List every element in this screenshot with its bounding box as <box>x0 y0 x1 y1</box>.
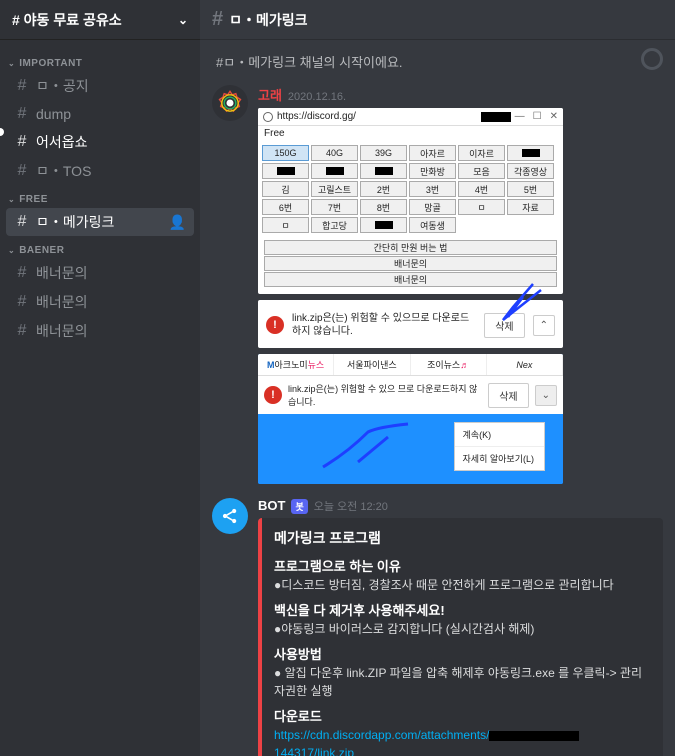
chevron-down-icon: ⌄ <box>178 13 188 27</box>
menu-continue[interactable]: 계속(K) <box>455 423 544 447</box>
channel-dump[interactable]: #dump <box>6 101 194 127</box>
attachment-window[interactable]: https://discord.gg/—☐✕ Free 150G40G39G아자… <box>258 108 563 294</box>
long-button-1[interactable]: 간단히 만원 버는 법 <box>264 240 557 255</box>
category-baener[interactable]: ⌄BAENER <box>0 237 200 258</box>
timestamp: 오늘 오전 12:20 <box>314 498 388 514</box>
server-name: # 야동 무료 공유소 <box>12 10 122 30</box>
grid-button[interactable]: 6번 <box>262 199 309 215</box>
grid-button[interactable]: 김 <box>262 181 309 197</box>
grid-button[interactable]: 고릴스트 <box>311 181 358 197</box>
channel-list: ⌄IMPORTANT #ㅁ・공지 #dump #어서옵쇼 #ㅁ・TOS ⌄FRE… <box>0 40 200 756</box>
attachment-warning[interactable]: ! link.zip은(는) 위험할 수 있으므로 다운로드하지 않습니다. 삭… <box>258 300 563 348</box>
tab-1[interactable]: MM아크노미뉴스아크노미뉴스 <box>258 354 334 375</box>
grid-button[interactable]: 8번 <box>360 199 407 215</box>
scribble-icon <box>483 282 543 322</box>
attachment-browser[interactable]: MM아크노미뉴스아크노미뉴스 서울파이낸스 조이뉴스♬ Nex ! link.z… <box>258 354 563 484</box>
menu-learn-more[interactable]: 자세히 알아보기(L) <box>455 447 544 470</box>
download-link-1[interactable]: https://cdn.discordapp.com/attachments/ <box>274 728 489 742</box>
avatar-gear[interactable] <box>212 85 248 121</box>
grid-button[interactable]: 자료 <box>507 199 554 215</box>
grid-button[interactable]: 만화방 <box>409 163 456 179</box>
hash-icon: # <box>212 8 223 31</box>
grid-button[interactable]: 각종영상 <box>507 163 554 179</box>
globe-icon <box>263 112 273 122</box>
gear-icon <box>216 89 244 117</box>
warning-icon: ! <box>266 316 284 334</box>
channel-banner-1[interactable]: #배너문의 <box>6 259 194 287</box>
chevron-down-icon[interactable]: ⌄ <box>535 385 557 406</box>
channel-sidebar: # 야동 무료 공유소 ⌄ ⌄IMPORTANT #ㅁ・공지 #dump #어서… <box>0 0 200 756</box>
share-icon <box>220 506 240 526</box>
grid-button[interactable] <box>311 163 358 179</box>
loading-icon <box>641 48 663 70</box>
channel-banner-2[interactable]: #배너문의 <box>6 288 194 316</box>
long-button-2[interactable]: 배너문의 <box>264 256 557 271</box>
grid-button[interactable]: 모음 <box>458 163 505 179</box>
grid-button[interactable]: 아자르 <box>409 145 456 161</box>
chat-header: # ㅁ・메가링크 <box>200 0 675 40</box>
embed-card: 메가링크 프로그램 프로그램으로 하는 이유 ●디스코드 방터짐, 경찰조사 때… <box>258 518 663 756</box>
grid-button[interactable]: 3번 <box>409 181 456 197</box>
scribble-icon <box>318 422 418 472</box>
grid-button[interactable]: 39G <box>360 145 407 161</box>
channel-welcome[interactable]: #어서옵쇼 <box>6 128 194 156</box>
tab-4[interactable]: Nex <box>487 354 563 375</box>
tab-3[interactable]: 조이뉴스♬ <box>411 354 487 375</box>
channel-title: ㅁ・메가링크 <box>229 10 307 30</box>
grid-button[interactable]: 150G <box>262 145 309 161</box>
grid-button[interactable]: ㅁ <box>262 217 309 233</box>
add-user-icon[interactable]: 👤 <box>169 214 186 231</box>
avatar-share[interactable] <box>212 498 248 534</box>
channel-banner-3[interactable]: #배너문의 <box>6 317 194 345</box>
message-2: BOT 봇 오늘 오전 12:20 메가링크 프로그램 프로그램으로 하는 이유… <box>212 498 663 756</box>
grid-button[interactable]: 이자르 <box>458 145 505 161</box>
warning-icon: ! <box>264 386 282 404</box>
channel-megalink[interactable]: #ㅁ・메가링크 👤 <box>6 208 194 236</box>
warning-text-2: link.zip은(는) 위험할 수 있으 므로 다운로드하지 않습니다. <box>288 382 482 408</box>
grid-button[interactable]: 망골 <box>409 199 456 215</box>
grid-button[interactable]: 40G <box>311 145 358 161</box>
username[interactable]: BOT <box>258 498 285 513</box>
grid-button[interactable]: 4번 <box>458 181 505 197</box>
timestamp: 2020.12.16. <box>288 91 346 103</box>
tab-2[interactable]: 서울파이낸스 <box>334 354 410 375</box>
category-important[interactable]: ⌄IMPORTANT <box>0 50 200 71</box>
grid-button[interactable]: 2번 <box>360 181 407 197</box>
button-grid: 150G40G39G아자르이자르만화방모음각종영상김고릴스트2번3번4번5번 6번… <box>258 141 563 237</box>
bot-badge: 봇 <box>291 499 307 514</box>
chat-main: # ㅁ・메가링크 #ㅁ・메가링크 채널의 시작이에요. 고래 <box>200 0 675 756</box>
grid-button[interactable]: 여동생 <box>409 217 456 233</box>
warning-text: link.zip은(는) 위험할 수 있으므로 다운로드하지 않습니다. <box>292 312 476 338</box>
channel-notice[interactable]: #ㅁ・공지 <box>6 72 194 100</box>
grid-button[interactable]: 5번 <box>507 181 554 197</box>
server-header[interactable]: # 야동 무료 공유소 ⌄ <box>0 0 200 40</box>
message-1: 고래 2020.12.16. https://discord.gg/—☐✕ Fr… <box>212 85 663 484</box>
username[interactable]: 고래 <box>258 85 282 104</box>
category-free[interactable]: ⌄FREE <box>0 186 200 207</box>
context-menu[interactable]: 계속(K) 자세히 알아보기(L) <box>454 422 545 471</box>
grid-button[interactable] <box>507 145 554 161</box>
download-link-2[interactable]: 144317/link.zip <box>274 746 354 756</box>
channel-tos[interactable]: #ㅁ・TOS <box>6 157 194 185</box>
grid-button[interactable]: ㅁ <box>458 199 505 215</box>
embed-title: 메가링크 프로그램 <box>274 528 651 548</box>
delete-button-2[interactable]: 삭제 <box>488 383 528 408</box>
grid-button[interactable] <box>360 163 407 179</box>
grid-button[interactable] <box>262 163 309 179</box>
channel-start-text: #ㅁ・메가링크 채널의 시작이에요. <box>216 52 659 71</box>
grid-button[interactable]: 7번 <box>311 199 358 215</box>
message-list[interactable]: #ㅁ・메가링크 채널의 시작이에요. 고래 2020.12.16. <box>200 40 675 756</box>
grid-button[interactable]: 합고당 <box>311 217 358 233</box>
grid-button[interactable] <box>360 217 407 233</box>
